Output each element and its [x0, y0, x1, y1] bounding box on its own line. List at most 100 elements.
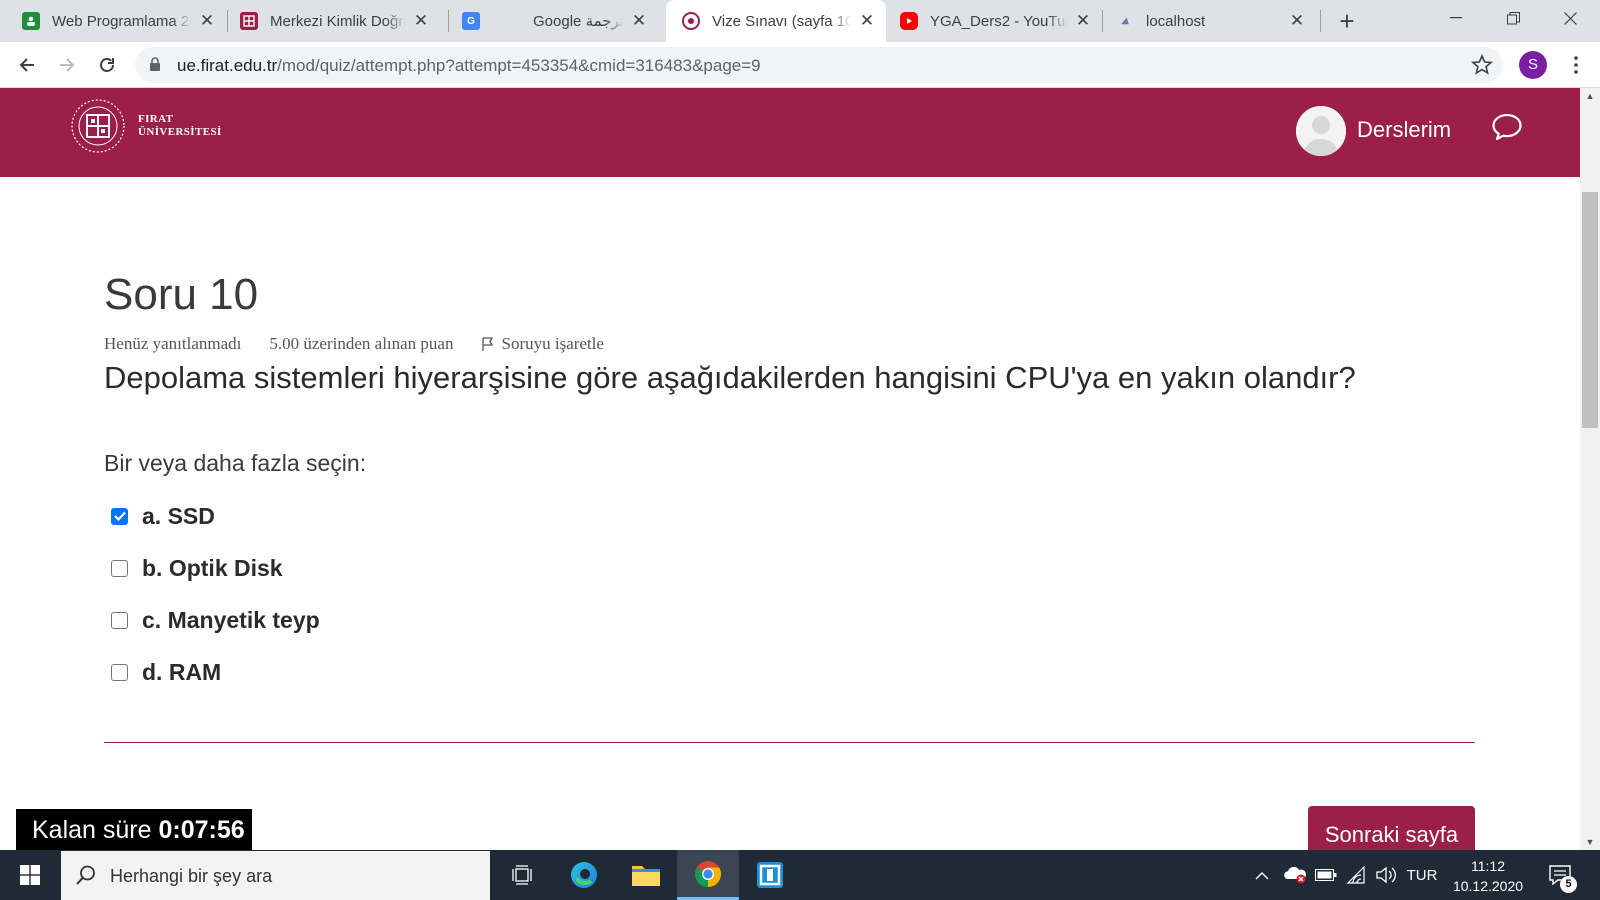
taskbar-chrome[interactable] [677, 850, 739, 900]
notification-count-badge: 5 [1560, 876, 1577, 893]
clock-date: 10.12.2020 [1452, 878, 1524, 894]
flag-question-link[interactable]: Soruyu işaretle [481, 334, 631, 354]
tab-title: Web Programlama 2020 [52, 12, 192, 30]
answer-option-b[interactable]: b. Optik Disk [111, 542, 320, 594]
back-button[interactable] [12, 50, 42, 80]
taskbar-file-explorer[interactable] [615, 850, 677, 900]
logo-line-2: ÜNİVERSİTESİ [138, 126, 222, 138]
reload-button[interactable] [92, 50, 122, 80]
answer-checkbox[interactable] [111, 663, 128, 681]
lock-icon [149, 57, 161, 77]
tab-web-programlama[interactable]: Web Programlama 2020 ✕ [0, 0, 226, 42]
close-tab-icon[interactable]: ✕ [412, 12, 430, 30]
minimize-icon [1450, 17, 1462, 19]
new-tab-button[interactable]: + [1333, 8, 1361, 36]
onedrive-error-icon [1284, 866, 1306, 884]
close-tab-icon[interactable]: ✕ [630, 12, 648, 30]
wifi-icon [1346, 866, 1365, 884]
tab-separator [448, 10, 449, 32]
profile-avatar[interactable]: S [1519, 51, 1547, 79]
tab-separator [1320, 10, 1321, 32]
firat-favicon-icon [240, 12, 258, 30]
battery-icon [1315, 869, 1337, 881]
volume-tray[interactable] [1372, 850, 1400, 900]
answer-label[interactable]: c. Manyetik teyp [142, 607, 320, 634]
scroll-thumb[interactable] [1582, 192, 1598, 428]
answer-list: a. SSD b. Optik Disk c. Manyetik teyp d.… [111, 490, 320, 698]
browser-menu-button[interactable] [1564, 52, 1588, 78]
onedrive-tray[interactable] [1280, 850, 1310, 900]
chrome-icon [695, 860, 722, 887]
answer-label[interactable]: d. RAM [142, 659, 221, 686]
restore-window-button[interactable] [1485, 0, 1541, 36]
input-language-button[interactable]: TUR [1402, 850, 1442, 900]
university-logo[interactable]: FIRAT ÜNİVERSİTESİ [70, 98, 222, 154]
answer-option-c[interactable]: c. Manyetik teyp [111, 594, 320, 646]
show-hidden-icons-button[interactable] [1250, 850, 1274, 900]
taskbar-edge[interactable] [553, 850, 615, 900]
forward-button[interactable] [52, 50, 82, 80]
flag-icon [482, 337, 494, 351]
browser-toolbar: ue.firat.edu.tr/mod/quiz/attempt.php?att… [0, 42, 1600, 88]
user-silhouette-icon [1296, 106, 1346, 156]
battery-tray[interactable] [1312, 850, 1340, 900]
answer-checkbox-checked[interactable] [111, 507, 128, 525]
close-tab-icon[interactable]: ✕ [1288, 12, 1306, 30]
user-avatar[interactable] [1296, 106, 1346, 156]
translate-favicon-icon: G [462, 12, 480, 30]
answer-option-a[interactable]: a. SSD [111, 490, 320, 542]
tab-title: Google ترجمة [533, 13, 624, 30]
close-tab-icon[interactable]: ✕ [1074, 12, 1092, 30]
speaker-icon [1376, 866, 1396, 884]
arrow-right-icon [60, 58, 75, 72]
taskbar-search-input[interactable]: Herhangi bir şey ara [61, 851, 490, 900]
taskbar-clock[interactable]: 11:12 10.12.2020 [1448, 856, 1528, 896]
derslerim-link[interactable]: Derslerim [1357, 117, 1451, 143]
youtube-favicon-icon [900, 12, 918, 30]
classroom-favicon-icon [22, 12, 40, 30]
flag-label: Soruyu işaretle [501, 334, 604, 353]
windows-taskbar: Herhangi bir şey ara TUR 11:12 10.12.202… [0, 850, 1600, 900]
tab-youtube[interactable]: YGA_Ders2 - YouTube ✕ [888, 0, 1102, 42]
address-bar[interactable]: ue.firat.edu.tr/mod/quiz/attempt.php?att… [135, 47, 1503, 83]
next-page-button[interactable]: Sonraki sayfa [1308, 806, 1475, 850]
answer-label[interactable]: a. SSD [142, 503, 215, 530]
tab-localhost[interactable]: ⛰ localhost ✕ [1104, 0, 1316, 42]
tab-title: Vize Sınavı (sayfa 10 / 12) [712, 12, 852, 30]
tab-vize-sinavi[interactable]: Vize Sınavı (sayfa 10 / 12) ✕ [666, 0, 886, 42]
message-icon[interactable] [1491, 112, 1523, 147]
checkmark-icon [113, 511, 126, 521]
task-view-button[interactable] [491, 850, 553, 900]
language-label: TUR [1406, 866, 1438, 884]
tab-google-translate[interactable]: G Google ترجمة ✕ [450, 0, 658, 42]
page-scrollbar[interactable]: ▲ ▼ [1580, 88, 1600, 850]
section-divider [104, 742, 1475, 743]
answer-label[interactable]: b. Optik Disk [142, 555, 283, 582]
scroll-down-icon[interactable]: ▼ [1580, 834, 1600, 850]
reload-icon [100, 58, 114, 72]
tab-merkezi-kimlik[interactable]: Merkezi Kimlik Doğrulama ✕ [228, 0, 440, 42]
start-button[interactable] [0, 850, 60, 900]
task-view-icon [512, 865, 532, 885]
answer-checkbox[interactable] [111, 559, 128, 577]
answer-option-d[interactable]: d. RAM [111, 646, 320, 698]
close-icon [1563, 11, 1577, 25]
tab-title: Merkezi Kimlik Doğrulama [270, 12, 406, 30]
tab-title: localhost [1146, 12, 1206, 30]
search-icon [76, 865, 95, 885]
network-tray[interactable] [1342, 850, 1370, 900]
taskbar-app[interactable] [739, 850, 801, 900]
timer-label: Kalan süre [32, 816, 159, 844]
app-icon [757, 862, 783, 888]
action-center-button[interactable] [1542, 850, 1578, 900]
bookmark-star-icon[interactable] [1471, 53, 1493, 81]
minimize-window-button[interactable] [1428, 0, 1484, 36]
phpmyadmin-favicon-icon: ⛰ [1121, 15, 1129, 26]
answer-checkbox[interactable] [111, 611, 128, 629]
close-window-button[interactable] [1542, 0, 1598, 36]
scroll-up-icon[interactable]: ▲ [1580, 88, 1600, 104]
question-text: Depolama sistemleri hiyerarşisine göre a… [104, 360, 1356, 395]
close-tab-icon[interactable]: ✕ [198, 12, 216, 30]
edge-browser-icon [571, 862, 597, 888]
close-tab-icon[interactable]: ✕ [858, 12, 876, 30]
